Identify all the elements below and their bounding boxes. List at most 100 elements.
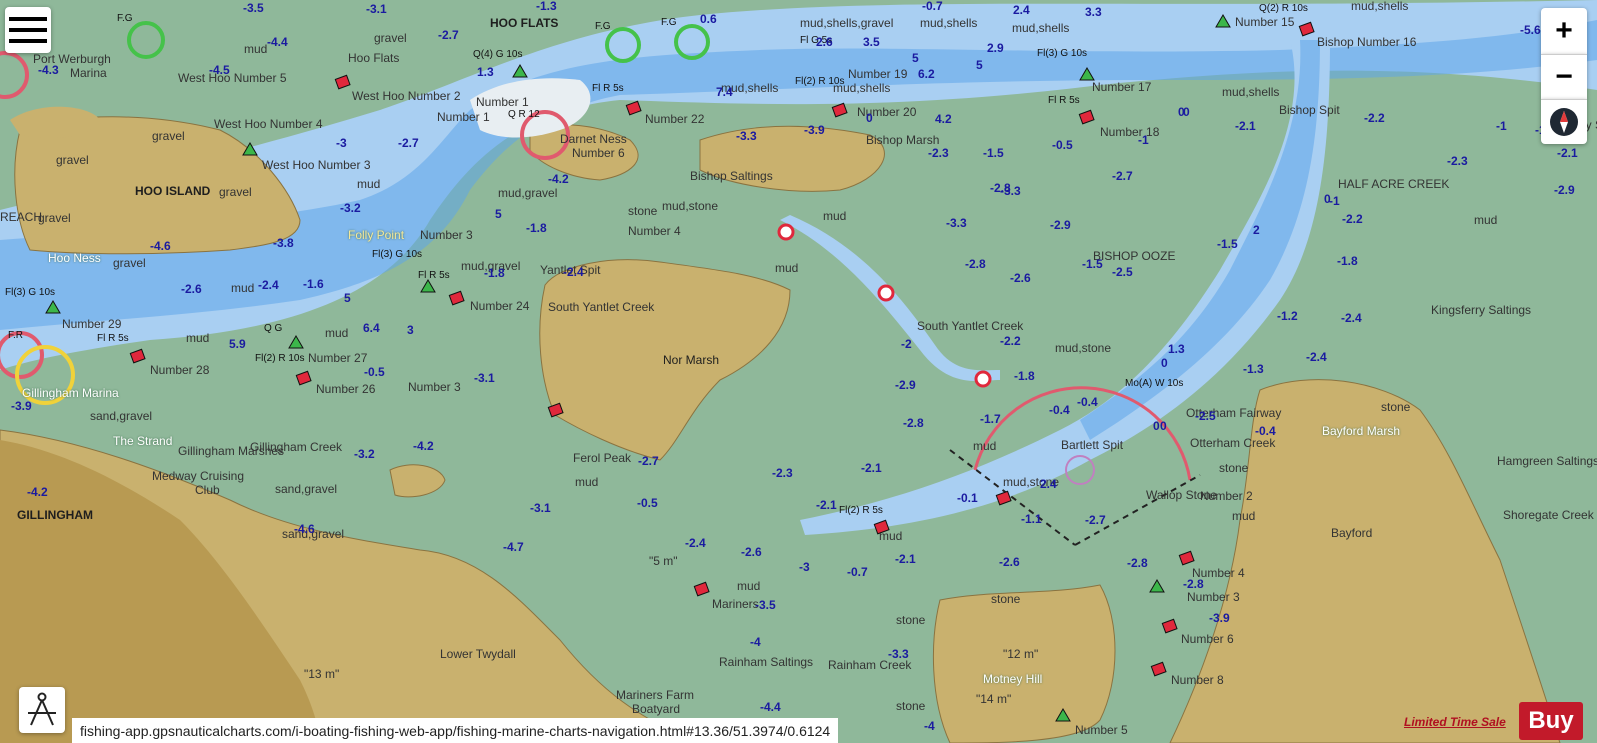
- label-gillingham-marina: Gillingham Marina: [22, 386, 119, 400]
- depth-sounding: 2.4: [1040, 477, 1057, 491]
- buoy-number-19[interactable]: Number 19: [848, 68, 907, 80]
- label-south-yantlet-creek-2: South Yantlet Creek: [917, 319, 1024, 333]
- depth-sounding: -3.9: [804, 123, 825, 137]
- light-fg-3: F.G: [661, 17, 677, 28]
- light-q2r: Q(2) R 10s: [1259, 3, 1308, 14]
- light-q4g: Q(4) G 10s: [473, 49, 523, 60]
- buoy-number-29[interactable]: Number 29: [62, 318, 121, 330]
- buoy-number-3[interactable]: Number 3: [420, 229, 473, 241]
- depth-sounding: -2.5: [1195, 409, 1216, 423]
- safe-water-buoy-icon: [777, 223, 795, 241]
- light-fl3g-1: Fl(3) G 10s: [1037, 48, 1088, 59]
- compass-icon: [1550, 108, 1578, 136]
- label-half-acre-creek: HALF ACRE CREEK: [1338, 177, 1450, 191]
- seabed-mud-1: mud: [244, 42, 268, 56]
- label-bishop-spit: Bishop Spit: [1279, 103, 1340, 117]
- light-flr5-4: Fl R 5s: [97, 333, 129, 344]
- depth-sounding: 0: [1160, 419, 1167, 433]
- buoy-west-hoo-5[interactable]: West Hoo Number 5: [178, 72, 287, 84]
- label-mariners-farm-2: Boatyard: [632, 702, 681, 716]
- light-qg: Q G: [264, 323, 283, 334]
- buoy-number-1b[interactable]: Number 1: [437, 111, 490, 123]
- depth-sounding: -0.7: [847, 565, 868, 579]
- label-motney-hill: Motney Hill: [983, 672, 1043, 686]
- seabed-gravel-6: gravel: [113, 256, 146, 270]
- seabed-sand-gravel-3: sand,gravel: [90, 409, 153, 423]
- depth-sounding: -0.1: [957, 491, 978, 505]
- buoy-number-15[interactable]: Number 15: [1235, 16, 1294, 28]
- safe-water-buoy-icon: [974, 370, 992, 388]
- buoy-number-16[interactable]: Bishop Number 16: [1317, 36, 1416, 48]
- light-flr5-3: Fl R 5s: [418, 270, 450, 281]
- depth-sounding: -1: [1496, 119, 1507, 133]
- url-display: fishing-app.gpsnauticalcharts.com/i-boat…: [72, 718, 839, 743]
- depth-sounding: 6.4: [363, 321, 380, 335]
- light-fl2r-1: Fl(2) R 10s: [795, 76, 845, 87]
- buy-button[interactable]: Buy: [1519, 702, 1583, 740]
- depth-sounding: -3: [336, 136, 347, 150]
- buoy-r-number-6[interactable]: Number 6: [1181, 633, 1234, 645]
- buoy-west-hoo-3[interactable]: West Hoo Number 3: [262, 159, 371, 171]
- depth-sounding: -0.5: [1052, 138, 1073, 152]
- menu-button[interactable]: [5, 7, 51, 53]
- buoy-number-28[interactable]: Number 28: [150, 364, 209, 376]
- depth-sounding: -0.7: [922, 0, 943, 13]
- depth-sounding: 0: [1178, 105, 1185, 119]
- light-fl2r-2: Fl(2) R 10s: [255, 353, 305, 364]
- measure-tool-button[interactable]: [19, 687, 65, 733]
- label-elev-13: "13 m": [304, 667, 340, 681]
- depth-sounding: -5.6: [1520, 23, 1541, 37]
- nautical-chart-map[interactable]: [0, 0, 1597, 743]
- depth-sounding: -1.8: [1014, 369, 1035, 383]
- light-qr12: Q R 12: [508, 109, 540, 120]
- buoy-west-hoo-2[interactable]: West Hoo Number 2: [352, 90, 461, 102]
- seabed-mud-stone-1: mud,stone: [662, 199, 719, 213]
- limited-time-sale-link[interactable]: Limited Time Sale: [1404, 715, 1506, 729]
- buoy-number-3b[interactable]: Number 3: [408, 381, 461, 393]
- depth-sounding: 5.9: [229, 337, 246, 351]
- depth-sounding: -2.2: [1000, 334, 1021, 348]
- compass-button[interactable]: [1541, 99, 1587, 144]
- zoom-in-button[interactable]: +: [1541, 8, 1587, 54]
- depth-sounding: 0: [1161, 356, 1168, 370]
- buoy-r-number-5[interactable]: Number 5: [1075, 724, 1128, 736]
- depth-sounding: -2.6: [181, 282, 202, 296]
- buoy-number-22[interactable]: Number 22: [645, 113, 704, 125]
- seabed-mud-13: mud: [1474, 213, 1498, 227]
- depth-sounding: 5: [976, 58, 983, 72]
- buoy-r-number-2[interactable]: Number 2: [1200, 490, 1253, 502]
- buoy-number-24[interactable]: Number 24: [470, 300, 529, 312]
- depth-sounding: 0: [1153, 419, 1160, 433]
- depth-sounding: -1.5: [983, 146, 1004, 160]
- seabed-stone-2: stone: [1381, 400, 1411, 414]
- label-elev-5: "5 m": [649, 554, 678, 568]
- depth-sounding: -2.2: [1342, 212, 1363, 226]
- buoy-number-27[interactable]: Number 27: [308, 352, 367, 364]
- buoy-number-17[interactable]: Number 17: [1092, 81, 1151, 93]
- buoy-number-26[interactable]: Number 26: [316, 383, 375, 395]
- depth-sounding: 5: [344, 291, 351, 305]
- zoom-out-button[interactable]: −: [1541, 54, 1587, 99]
- label-bishop-marsh: Bishop Marsh: [866, 133, 940, 147]
- depth-sounding: -3.9: [11, 399, 32, 413]
- buoy-darnet-ness[interactable]: Darnet Ness: [560, 133, 627, 145]
- depth-sounding: -3.1: [530, 501, 551, 515]
- buoy-number-4[interactable]: Number 4: [628, 225, 681, 237]
- seabed-mud-7: mud: [775, 261, 799, 275]
- depth-sounding: 0: [866, 111, 873, 125]
- label-bishop-ooze: BISHOP OOZE: [1093, 249, 1176, 263]
- depth-sounding: -4.5: [209, 63, 230, 77]
- buoy-number-18[interactable]: Number 18: [1100, 126, 1159, 138]
- depth-sounding: -3.1: [474, 371, 495, 385]
- depth-sounding: -2.4: [685, 536, 706, 550]
- buoy-west-hoo-4[interactable]: West Hoo Number 4: [214, 118, 323, 130]
- buoy-r-number-3[interactable]: Number 3: [1187, 591, 1240, 603]
- depth-sounding: -3.3: [946, 216, 967, 230]
- buoy-number-1[interactable]: Number 1: [476, 96, 529, 108]
- depth-sounding: -3.2: [340, 201, 361, 215]
- buoy-number-6[interactable]: Number 6: [572, 147, 625, 159]
- label-gillingham: GILLINGHAM: [17, 508, 93, 522]
- buoy-r-number-8[interactable]: Number 8: [1171, 674, 1224, 686]
- depth-sounding: -0.4: [1077, 395, 1098, 409]
- depth-sounding: -2.9: [895, 378, 916, 392]
